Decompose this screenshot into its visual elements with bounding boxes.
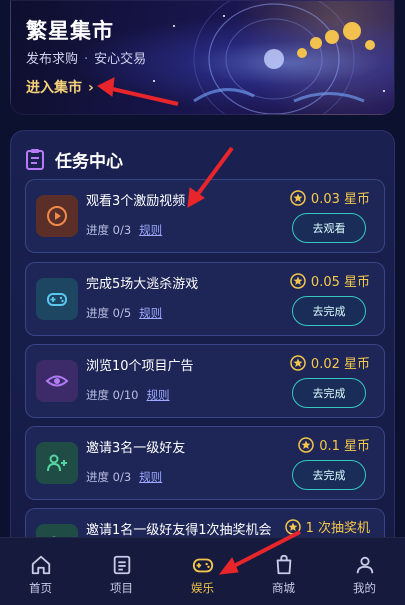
- task-rule-link[interactable]: 规则: [139, 306, 162, 320]
- play-circle-icon: [47, 206, 67, 226]
- bottom-nav: 首页 项目 娱乐 商城 我的: [0, 537, 405, 605]
- task-progress-text: 进度 0/3: [86, 223, 132, 237]
- star-coin-icon: [290, 272, 306, 289]
- user-icon: [356, 556, 373, 574]
- task-reward-text: 0.03 星币: [310, 192, 370, 207]
- banner-title: 繁星集市: [26, 19, 114, 43]
- task-name: 完成5场大逃杀游戏: [86, 277, 199, 292]
- task-card: 完成5场大逃杀游戏 进度 0/5 规则 0.05 星币 去完成: [25, 262, 385, 336]
- banner-illustration: [153, 1, 385, 114]
- task-icon-box: [36, 278, 78, 320]
- star-coin-icon: [290, 189, 306, 206]
- task-rule-link[interactable]: 规则: [146, 388, 169, 402]
- nav-label: 娱乐: [191, 581, 214, 595]
- star-coin-icon: [298, 436, 314, 453]
- task-reward: 0.03 星币: [290, 188, 370, 207]
- task-action-button[interactable]: 去完成: [292, 378, 366, 408]
- nav-label: 商城: [272, 581, 295, 595]
- banner-subtitle: 发布求购 · 安心交易: [26, 48, 146, 67]
- enter-market-link[interactable]: 进入集市 ›: [26, 77, 94, 97]
- clipboard-icon: [26, 149, 44, 170]
- task-action-button[interactable]: 去观看: [292, 213, 366, 243]
- task-center-panel: 任务中心 观看3个激励视频 进度 0/3 规则 0.03 星币 去观看 完成5场…: [10, 130, 395, 550]
- task-reward: 0.1 星币: [298, 435, 370, 454]
- task-card: 浏览10个项目广告 进度 0/10 规则 0.02 星币 去完成: [25, 344, 385, 418]
- banner-subtitle-left: 发布求购: [26, 52, 79, 67]
- task-icon-box: [36, 195, 78, 237]
- task-name: 观看3个激励视频: [86, 194, 186, 209]
- task-reward: 0.02 星币: [290, 353, 370, 372]
- eye-icon: [45, 375, 69, 387]
- task-rule-link[interactable]: 规则: [139, 223, 162, 237]
- task-center-title: 任务中心: [55, 151, 123, 172]
- task-reward-text: 0.02 星币: [310, 357, 370, 372]
- task-progress: 进度 0/5 规则: [86, 305, 162, 321]
- user-plus-icon: [47, 454, 67, 472]
- banner-subtitle-right: 安心交易: [94, 52, 147, 67]
- task-action-button[interactable]: 去完成: [292, 460, 366, 490]
- task-reward-text: 0.1 星币: [319, 439, 370, 454]
- task-center-header: 任务中心: [25, 145, 123, 173]
- chevron-right-icon: ›: [88, 80, 94, 96]
- task-action-button[interactable]: 去完成: [292, 296, 366, 326]
- market-banner[interactable]: 繁星集市 发布求购 · 安心交易 进入集市 ›: [10, 0, 395, 115]
- document-icon: [113, 555, 130, 575]
- task-progress-text: 进度 0/10: [86, 388, 139, 402]
- nav-item-home[interactable]: 首页: [0, 538, 81, 605]
- task-name: 邀请3名一级好友: [86, 441, 186, 456]
- star-coin-icon: [290, 354, 306, 371]
- task-progress: 进度 0/10 规则: [86, 387, 169, 403]
- nav-label: 我的: [353, 581, 376, 595]
- task-progress: 进度 0/3 规则: [86, 469, 162, 485]
- shopping-bag-icon: [276, 554, 291, 575]
- gamepad-icon: [47, 293, 67, 306]
- nav-label: 首页: [29, 581, 52, 595]
- task-progress-text: 进度 0/5: [86, 306, 132, 320]
- task-reward: 1 次抽奖机: [284, 517, 370, 536]
- task-card: 观看3个激励视频 进度 0/3 规则 0.03 星币 去观看: [25, 179, 385, 253]
- nav-item-projects[interactable]: 项目: [81, 538, 162, 605]
- task-reward: 0.05 星币: [290, 271, 370, 290]
- task-reward-text: 1 次抽奖机: [305, 521, 370, 536]
- task-name: 邀请1名一级好友得1次抽奖机会: [86, 523, 272, 538]
- star-coin-icon: [284, 518, 301, 535]
- task-card: 邀请3名一级好友 进度 0/3 规则 0.1 星币 去完成: [25, 426, 385, 500]
- nav-label: 项目: [110, 581, 133, 595]
- nav-item-entertainment[interactable]: 娱乐: [162, 538, 243, 605]
- task-rule-link[interactable]: 规则: [139, 470, 162, 484]
- task-reward-text: 0.05 星币: [310, 275, 370, 290]
- task-icon-box: [36, 442, 78, 484]
- gamepad-icon: [192, 558, 213, 573]
- task-progress-text: 进度 0/3: [86, 470, 132, 484]
- nav-item-profile[interactable]: 我的: [324, 538, 405, 605]
- task-progress: 进度 0/3 规则: [86, 222, 162, 238]
- banner-subtitle-separator: ·: [84, 52, 89, 67]
- enter-market-label: 进入集市: [26, 80, 82, 96]
- task-name: 浏览10个项目广告: [86, 359, 194, 374]
- nav-item-mall[interactable]: 商城: [243, 538, 324, 605]
- task-icon-box: [36, 360, 78, 402]
- home-icon: [31, 555, 50, 575]
